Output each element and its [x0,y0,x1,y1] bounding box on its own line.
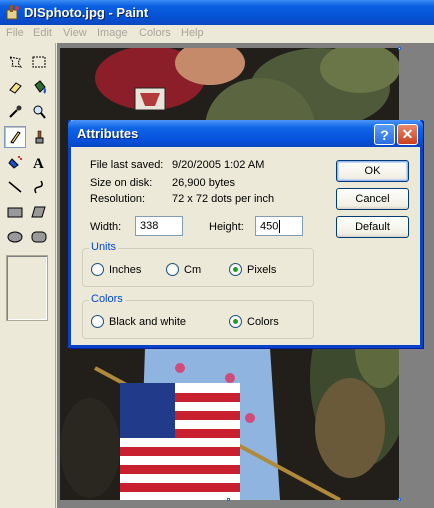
radio-inches-label[interactable]: Inches [109,264,141,276]
radio-cm[interactable] [166,263,179,276]
color-picker-icon[interactable] [4,101,26,123]
menu-edit[interactable]: Edit [33,27,52,39]
close-button[interactable]: ✕ [397,124,418,145]
resize-handle-top-right[interactable] [398,47,401,50]
rectangle-icon[interactable] [4,201,26,223]
polygon-icon[interactable] [28,201,50,223]
resize-handle-bottom[interactable] [227,498,230,501]
width-value: 338 [140,220,159,232]
line-icon[interactable] [4,176,26,198]
height-input[interactable]: 450 [255,216,303,236]
radio-pixels-label[interactable]: Pixels [247,264,276,276]
ok-button-label: OK [364,165,381,177]
size-label: Size on disk: [90,177,153,189]
radio-colors[interactable] [229,315,242,328]
window-title: DISphoto.jpg - Paint [24,5,149,20]
pencil-icon[interactable] [4,126,26,148]
cancel-button[interactable]: Cancel [336,188,409,210]
window-titlebar[interactable]: DISphoto.jpg - Paint [0,0,434,25]
size-value: 26,900 bytes [172,177,235,189]
resolution-value: 72 x 72 dots per inch [172,193,275,205]
help-icon: ? [380,126,389,143]
radio-black-and-white[interactable] [91,315,104,328]
default-button[interactable]: Default [336,216,409,238]
text-caret [279,220,281,233]
resize-handle-bottom-right[interactable] [398,498,401,501]
airbrush-icon[interactable] [4,151,26,173]
attributes-dialog: Attributes ? ✕ File last saved: 9/20/200… [68,120,423,348]
last-saved-label: File last saved: [90,159,164,171]
last-saved-value: 9/20/2005 1:02 AM [172,159,265,171]
fill-icon[interactable] [28,76,50,98]
menu-bar: File Edit View Image Colors Help [0,25,434,43]
svg-text:A: A [33,156,44,170]
rounded-rect-icon[interactable] [28,226,50,248]
tool-options-box[interactable] [6,255,48,321]
menu-file[interactable]: File [6,27,24,39]
menu-image[interactable]: Image [97,27,128,39]
menu-help[interactable]: Help [181,27,204,39]
menu-view[interactable]: View [63,27,87,39]
default-button-label: Default [355,221,390,233]
height-label: Height: [209,221,244,233]
rect-select-icon[interactable] [28,51,50,73]
colors-group-label: Colors [89,293,125,305]
eraser-icon[interactable] [4,76,26,98]
resolution-label: Resolution: [90,193,146,205]
close-icon: ✕ [401,126,414,142]
ok-button[interactable]: OK [336,160,409,182]
help-button[interactable]: ? [374,124,395,145]
ellipse-icon[interactable] [4,226,26,248]
dialog-titlebar[interactable]: Attributes ? ✕ [68,120,423,147]
text-icon[interactable]: A [28,151,50,173]
radio-cm-label[interactable]: Cm [184,264,201,276]
radio-black-and-white-label[interactable]: Black and white [109,316,186,328]
width-input[interactable]: 338 [135,216,183,236]
units-group-label: Units [89,241,119,253]
paint-app-icon [6,5,19,20]
curve-icon[interactable] [28,176,50,198]
brush-icon[interactable] [28,126,50,148]
menu-colors[interactable]: Colors [139,27,171,39]
width-label: Width: [90,221,122,233]
free-select-icon[interactable] [4,51,26,73]
radio-inches[interactable] [91,263,104,276]
toolbox: A [0,43,56,508]
height-value: 450 [260,220,279,233]
radio-colors-label[interactable]: Colors [247,316,279,328]
dialog-title: Attributes [77,126,139,141]
cancel-button-label: Cancel [355,193,390,205]
radio-pixels[interactable] [229,263,242,276]
magnifier-icon[interactable] [28,101,50,123]
